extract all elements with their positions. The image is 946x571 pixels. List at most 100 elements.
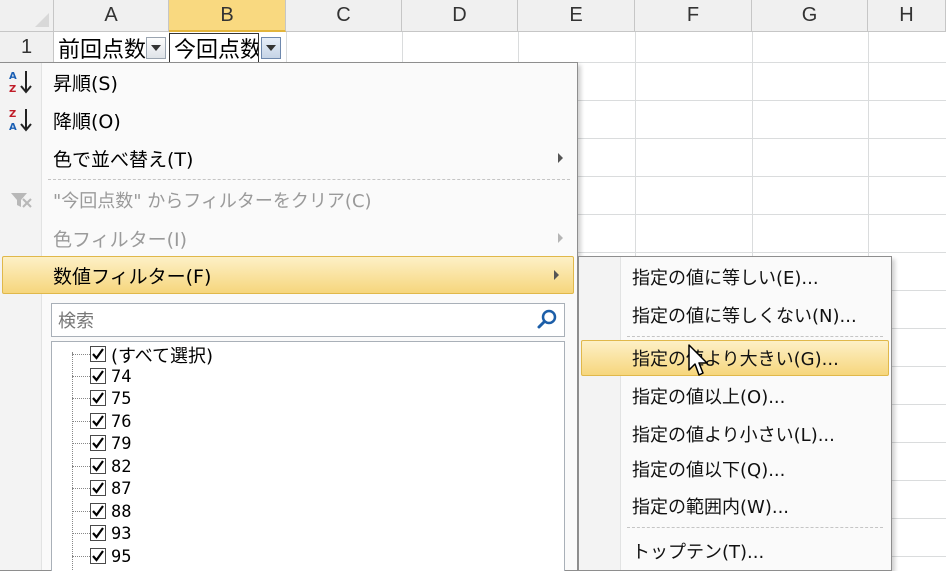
list-item[interactable]: (すべて選択) xyxy=(52,344,452,367)
submenu-greater-or-equal-label: 指定の値以上(O)... xyxy=(632,387,786,408)
select-all-corner[interactable] xyxy=(0,0,54,32)
select-all-triangle-icon xyxy=(35,13,49,27)
menu-clear-filter[interactable]: "今回点数" からフィルターをクリア(C) xyxy=(0,181,577,219)
list-item[interactable]: 88 xyxy=(52,501,452,523)
list-item[interactable]: 79 xyxy=(52,433,452,455)
list-item-label: 95 xyxy=(111,547,132,567)
menu-sort-ascending-label: 昇順(S) xyxy=(53,72,118,95)
magnifier-icon[interactable] xyxy=(536,309,558,336)
checkbox[interactable] xyxy=(90,480,106,496)
tree-line xyxy=(72,511,90,512)
menu-separator xyxy=(48,179,570,180)
column-header-c[interactable]: C xyxy=(286,0,402,32)
menu-color-filter[interactable]: 色フィルター(I) xyxy=(0,219,577,257)
list-item-label: 88 xyxy=(111,502,132,522)
checkbox[interactable] xyxy=(90,435,106,451)
tree-line xyxy=(72,443,90,444)
svg-text:Z: Z xyxy=(9,109,16,120)
list-item-label: 79 xyxy=(111,434,132,454)
sort-az-icon: A Z xyxy=(4,67,38,97)
menu-separator xyxy=(627,527,883,528)
tree-line xyxy=(72,376,90,377)
checkbox[interactable] xyxy=(90,368,106,384)
column-header-d[interactable]: D xyxy=(402,0,518,32)
submenu-not-equals[interactable]: 指定の値に等しくない(N)... xyxy=(579,297,891,333)
svg-text:A: A xyxy=(9,122,17,133)
list-item[interactable]: 87 xyxy=(52,478,452,500)
checkbox[interactable] xyxy=(90,503,106,519)
checkbox[interactable] xyxy=(90,458,106,474)
svg-text:Z: Z xyxy=(9,84,16,95)
submenu-not-equals-label: 指定の値に等しくない(N)... xyxy=(632,306,857,327)
list-item-label: (すべて選択) xyxy=(111,346,214,367)
submenu-between[interactable]: 指定の範囲内(W)... xyxy=(579,488,891,524)
submenu-arrow-icon xyxy=(554,270,559,280)
checkbox[interactable] xyxy=(90,525,106,541)
submenu-less-than-label: 指定の値より小さい(L)... xyxy=(632,425,835,446)
submenu-arrow-icon xyxy=(558,233,563,243)
submenu-between-label: 指定の範囲内(W)... xyxy=(632,497,790,518)
tree-line xyxy=(72,488,90,489)
number-filter-submenu: 指定の値に等しい(E)... 指定の値に等しくない(N)... 指定の値より大き… xyxy=(578,256,892,571)
submenu-less-or-equal[interactable]: 指定の値以下(Q)... xyxy=(579,451,891,487)
submenu-top-ten[interactable]: トップテン(T)... xyxy=(579,533,891,569)
submenu-less-or-equal-label: 指定の値以下(Q)... xyxy=(632,460,786,481)
menu-number-filter-label: 数値フィルター(F) xyxy=(53,265,212,288)
submenu-arrow-icon xyxy=(558,153,563,163)
list-item[interactable]: 74 xyxy=(52,366,452,388)
cell-a1[interactable]: 前回点数 xyxy=(54,33,146,63)
list-item-label: 93 xyxy=(111,524,132,544)
submenu-greater-or-equal[interactable]: 指定の値以上(O)... xyxy=(579,378,891,414)
column-header-b[interactable]: B xyxy=(169,0,286,32)
sort-za-icon: Z A xyxy=(4,105,38,135)
list-item-label: 82 xyxy=(111,457,132,477)
value-list[interactable]: (すべて選択) 74 75 76 79 82 87 88 93 95 xyxy=(51,341,565,571)
list-item[interactable]: 76 xyxy=(52,411,452,433)
submenu-less-than[interactable]: 指定の値より小さい(L)... xyxy=(579,416,891,452)
column-header-a[interactable]: A xyxy=(54,0,169,32)
list-item[interactable]: 75 xyxy=(52,388,452,410)
menu-sort-by-color-label: 色で並べ替え(T) xyxy=(53,148,194,171)
column-header-g[interactable]: G xyxy=(752,0,868,32)
tree-line xyxy=(72,556,90,557)
checkbox[interactable] xyxy=(90,390,106,406)
menu-number-filter[interactable]: 数値フィルター(F) xyxy=(2,256,574,294)
autofilter-menu: A Z 昇順(S) Z A 降順(O) 色で並べ替え(T) "今回点数" からフ… xyxy=(0,62,578,571)
list-item-label: 74 xyxy=(111,367,132,387)
column-header-e[interactable]: E xyxy=(518,0,635,32)
list-item-label: 76 xyxy=(111,412,132,432)
list-item[interactable]: 93 xyxy=(52,523,452,545)
search-input[interactable]: 検索 xyxy=(58,307,94,333)
list-item[interactable]: 82 xyxy=(52,456,452,478)
row-header-1[interactable]: 1 xyxy=(0,32,54,63)
search-box[interactable]: 検索 xyxy=(51,303,565,337)
excel-window: A B C D E F G H 1 前回点数 今回点数 A Z 昇順(S) Z … xyxy=(0,0,946,571)
checkbox[interactable] xyxy=(90,548,106,564)
menu-sort-descending[interactable]: Z A 降順(O) xyxy=(0,101,577,139)
tree-line xyxy=(72,533,90,534)
submenu-greater-than-label: 指定の値より大きい(G)... xyxy=(632,349,839,370)
list-item[interactable]: 95 xyxy=(52,546,452,568)
column-header-f[interactable]: F xyxy=(635,0,752,32)
menu-sort-by-color[interactable]: 色で並べ替え(T) xyxy=(0,139,577,177)
clear-filter-icon xyxy=(4,185,38,215)
tree-line xyxy=(72,421,90,422)
list-item-label: 87 xyxy=(111,479,132,499)
list-item-label: 75 xyxy=(111,389,132,409)
mouse-pointer-icon xyxy=(688,344,710,380)
menu-sort-ascending[interactable]: A Z 昇順(S) xyxy=(0,63,577,101)
menu-separator xyxy=(627,336,883,337)
submenu-equals[interactable]: 指定の値に等しい(E)... xyxy=(579,259,891,295)
cell-b1[interactable]: 今回点数 xyxy=(169,33,259,63)
submenu-top-ten-label: トップテン(T)... xyxy=(632,542,765,563)
menu-sort-descending-label: 降順(O) xyxy=(53,110,121,133)
filter-dropdown-a-icon[interactable] xyxy=(146,37,166,59)
filter-dropdown-b-icon[interactable] xyxy=(261,37,281,59)
svg-text:A: A xyxy=(9,71,17,82)
column-header-h[interactable]: H xyxy=(868,0,946,32)
checkbox[interactable] xyxy=(90,346,106,362)
checkbox[interactable] xyxy=(90,413,106,429)
tree-line xyxy=(72,354,90,355)
menu-clear-filter-label: "今回点数" からフィルターをクリア(C) xyxy=(53,191,372,212)
submenu-greater-than[interactable]: 指定の値より大きい(G)... xyxy=(581,340,889,376)
